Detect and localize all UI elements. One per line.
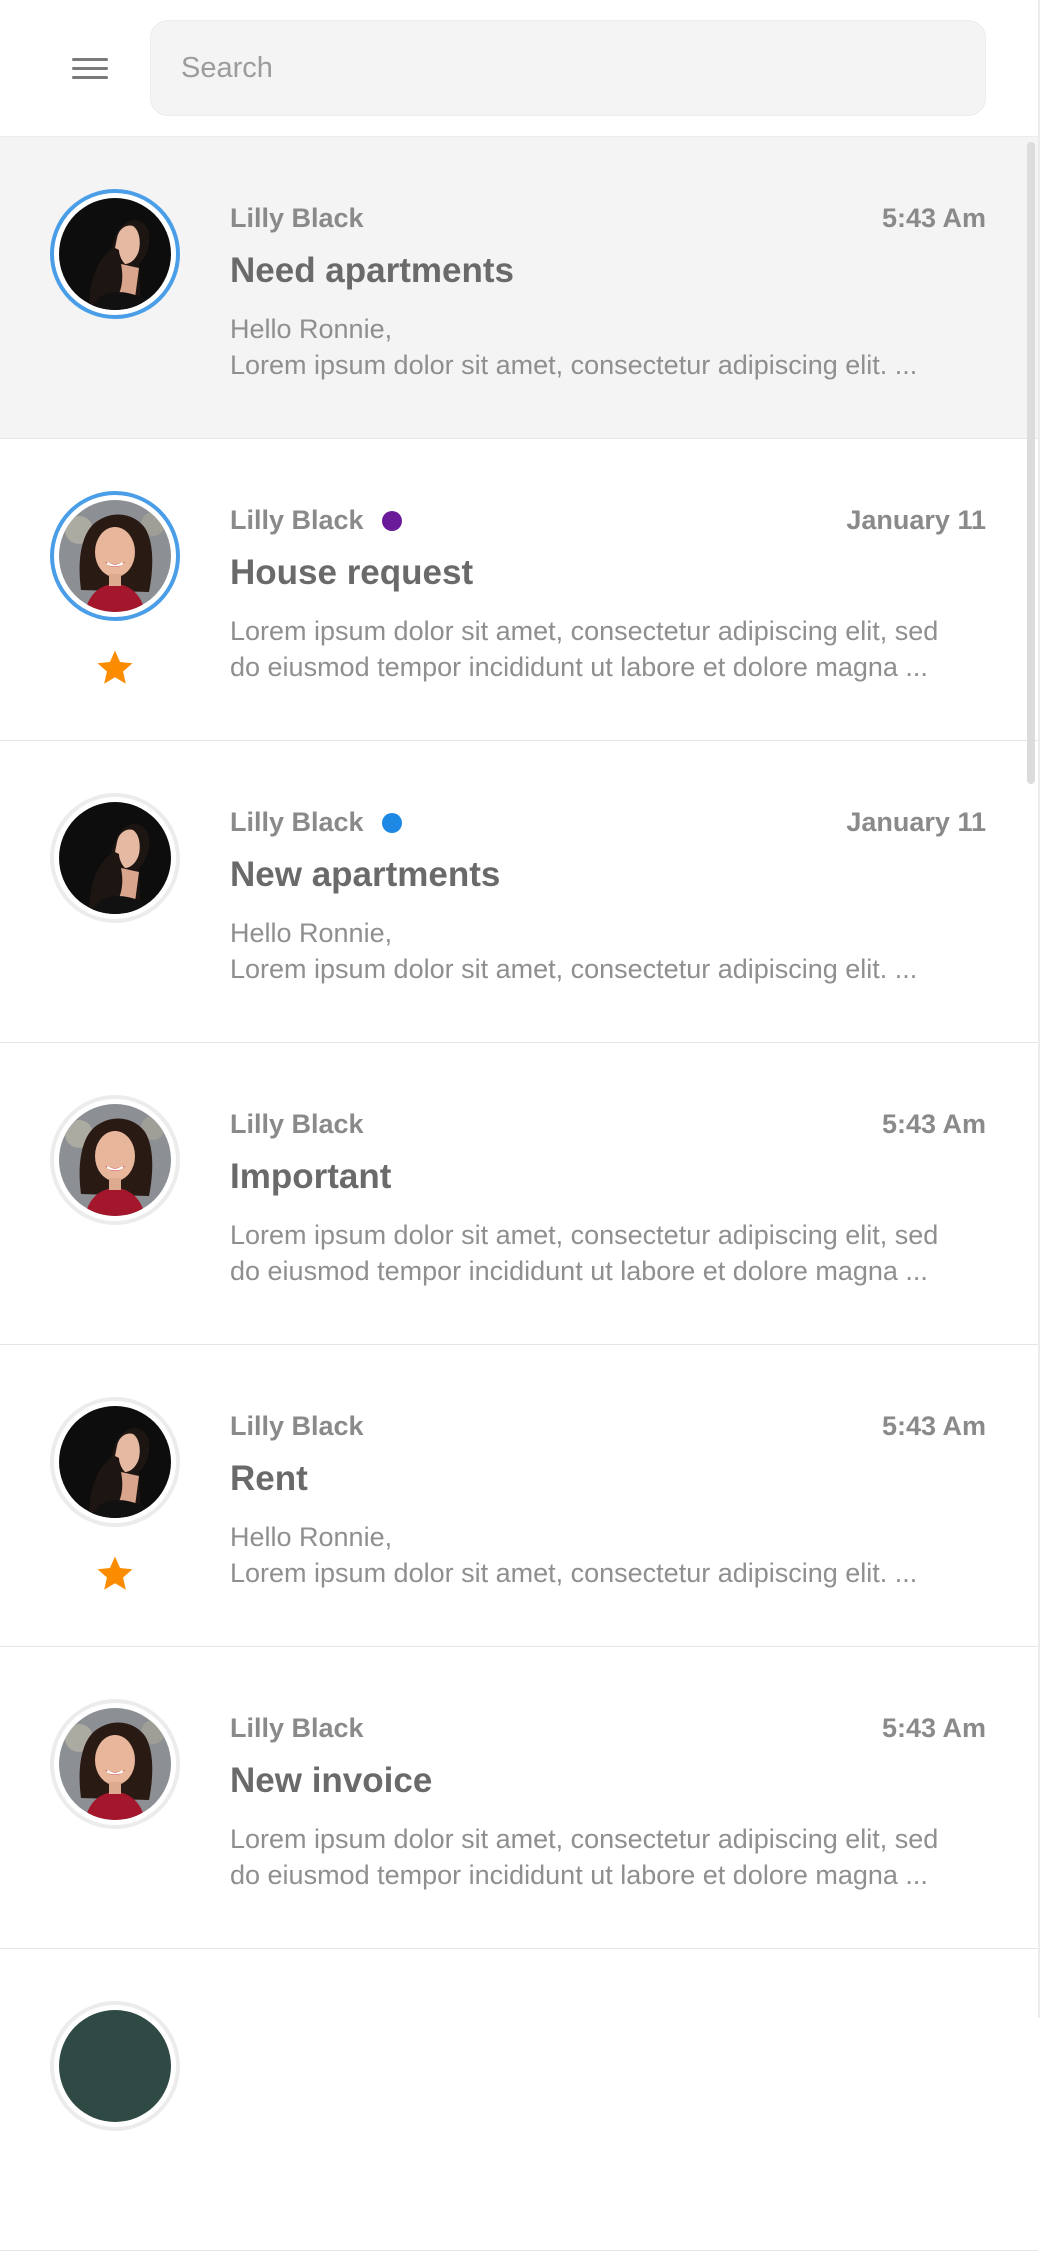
- preview-line: do eiusmod tempor incididunt ut labore e…: [230, 652, 928, 682]
- preview-line: Lorem ipsum dolor sit amet, consectetur …: [230, 1220, 939, 1250]
- message-row[interactable]: Lilly Black January 11 New apartments He…: [0, 741, 1038, 1043]
- woman-profile-dark-avatar: [59, 198, 171, 310]
- hamburger-menu-icon[interactable]: [60, 44, 120, 92]
- sender-label: Lilly Black: [230, 1411, 364, 1441]
- preview-line: Lorem ipsum dolor sit amet, consectetur …: [230, 1824, 939, 1854]
- sender-label: Lilly Black: [230, 807, 364, 837]
- search-input[interactable]: [151, 21, 985, 115]
- avatar: [50, 491, 180, 621]
- sender-name: Lilly Black: [230, 1713, 364, 1744]
- message-subject: New apartments: [230, 855, 501, 894]
- inbox-app: Lilly Black 5:43 Am Need apartments Hell…: [0, 0, 1040, 2251]
- message-row[interactable]: Lilly Black 5:43 Am Need apartments Hell…: [0, 137, 1038, 439]
- preview-line: do eiusmod tempor incididunt ut labore e…: [230, 1256, 928, 1286]
- preview-line: do eiusmod tempor incididunt ut labore e…: [230, 1860, 928, 1890]
- star-icon[interactable]: [94, 1553, 136, 1595]
- message-time: 5:43 Am: [881, 1109, 986, 1139]
- message-row[interactable]: Lilly Black 5:43 Am New invoice Lorem ip…: [0, 1647, 1038, 1949]
- message-row[interactable]: Lilly Black 5:43 Am Rent Hello Ronnie, L…: [0, 1345, 1038, 1647]
- message-time: January 11: [846, 807, 986, 837]
- message-row[interactable]: Lilly Black January 11 House request Lor…: [0, 439, 1038, 741]
- message-time: January 11: [846, 505, 986, 535]
- sender-name: Lilly Black: [230, 1109, 364, 1140]
- search-box: [150, 20, 986, 116]
- sender-name: Lilly Black: [230, 1411, 364, 1442]
- avatar: [50, 189, 180, 319]
- avatar: [50, 1699, 180, 1829]
- message-time: 5:43 Am: [881, 1411, 986, 1441]
- message-preview: Lorem ipsum dolor sit amet, consectetur …: [230, 1821, 990, 1893]
- status-dot-icon: [381, 510, 402, 531]
- message-time: 5:43 Am: [881, 1713, 986, 1743]
- message-subject: Important: [230, 1157, 392, 1196]
- woman-profile-dark-avatar: [59, 1406, 171, 1518]
- preview-line: Lorem ipsum dolor sit amet, consectetur …: [230, 350, 918, 380]
- message-preview: Hello Ronnie, Lorem ipsum dolor sit amet…: [230, 915, 990, 987]
- top-bar: [0, 0, 1038, 137]
- sender-name: Lilly Black: [230, 807, 402, 838]
- preview-line: Hello Ronnie,: [230, 1522, 393, 1552]
- status-dot-icon: [381, 812, 402, 833]
- preview-line: Lorem ipsum dolor sit amet, consectetur …: [230, 954, 918, 984]
- woman-smiling-red-avatar: [59, 500, 171, 612]
- message-preview: Lorem ipsum dolor sit amet, consectetur …: [230, 1217, 990, 1289]
- sender-label: Lilly Black: [230, 1109, 364, 1139]
- woman-profile-dark-avatar: [59, 802, 171, 914]
- woman-smiling-red-avatar: [59, 1104, 171, 1216]
- sender-label: Lilly Black: [230, 505, 364, 535]
- message-preview: Hello Ronnie, Lorem ipsum dolor sit amet…: [230, 311, 990, 383]
- message-subject: Need apartments: [230, 251, 514, 290]
- message-subject: New invoice: [230, 1761, 433, 1800]
- sender-name: Lilly Black: [230, 203, 364, 234]
- star-icon[interactable]: [94, 647, 136, 689]
- message-preview: Lorem ipsum dolor sit amet, consectetur …: [230, 613, 990, 685]
- message-row[interactable]: [0, 1949, 1038, 2251]
- avatar: [50, 1397, 180, 1527]
- sender-label: Lilly Black: [230, 203, 364, 233]
- sender-label: Lilly Black: [230, 1713, 364, 1743]
- message-subject: House request: [230, 553, 474, 592]
- preview-line: Hello Ronnie,: [230, 314, 393, 344]
- message-row[interactable]: Lilly Black 5:43 Am Important Lorem ipsu…: [0, 1043, 1038, 1345]
- message-subject: Rent: [230, 1459, 308, 1498]
- scrollbar-thumb[interactable]: [1027, 142, 1035, 784]
- avatar-image: [59, 2010, 171, 2122]
- avatar: [50, 1095, 180, 1225]
- message-list: Lilly Black 5:43 Am Need apartments Hell…: [0, 137, 1038, 2251]
- avatar: [50, 793, 180, 923]
- message-time: 5:43 Am: [881, 203, 986, 233]
- preview-line: Lorem ipsum dolor sit amet, consectetur …: [230, 616, 939, 646]
- woman-smiling-red-avatar: [59, 1708, 171, 1820]
- message-preview: Hello Ronnie, Lorem ipsum dolor sit amet…: [230, 1519, 990, 1591]
- avatar: [50, 2001, 180, 2131]
- sender-name: Lilly Black: [230, 505, 402, 536]
- preview-line: Lorem ipsum dolor sit amet, consectetur …: [230, 1558, 918, 1588]
- preview-line: Hello Ronnie,: [230, 918, 393, 948]
